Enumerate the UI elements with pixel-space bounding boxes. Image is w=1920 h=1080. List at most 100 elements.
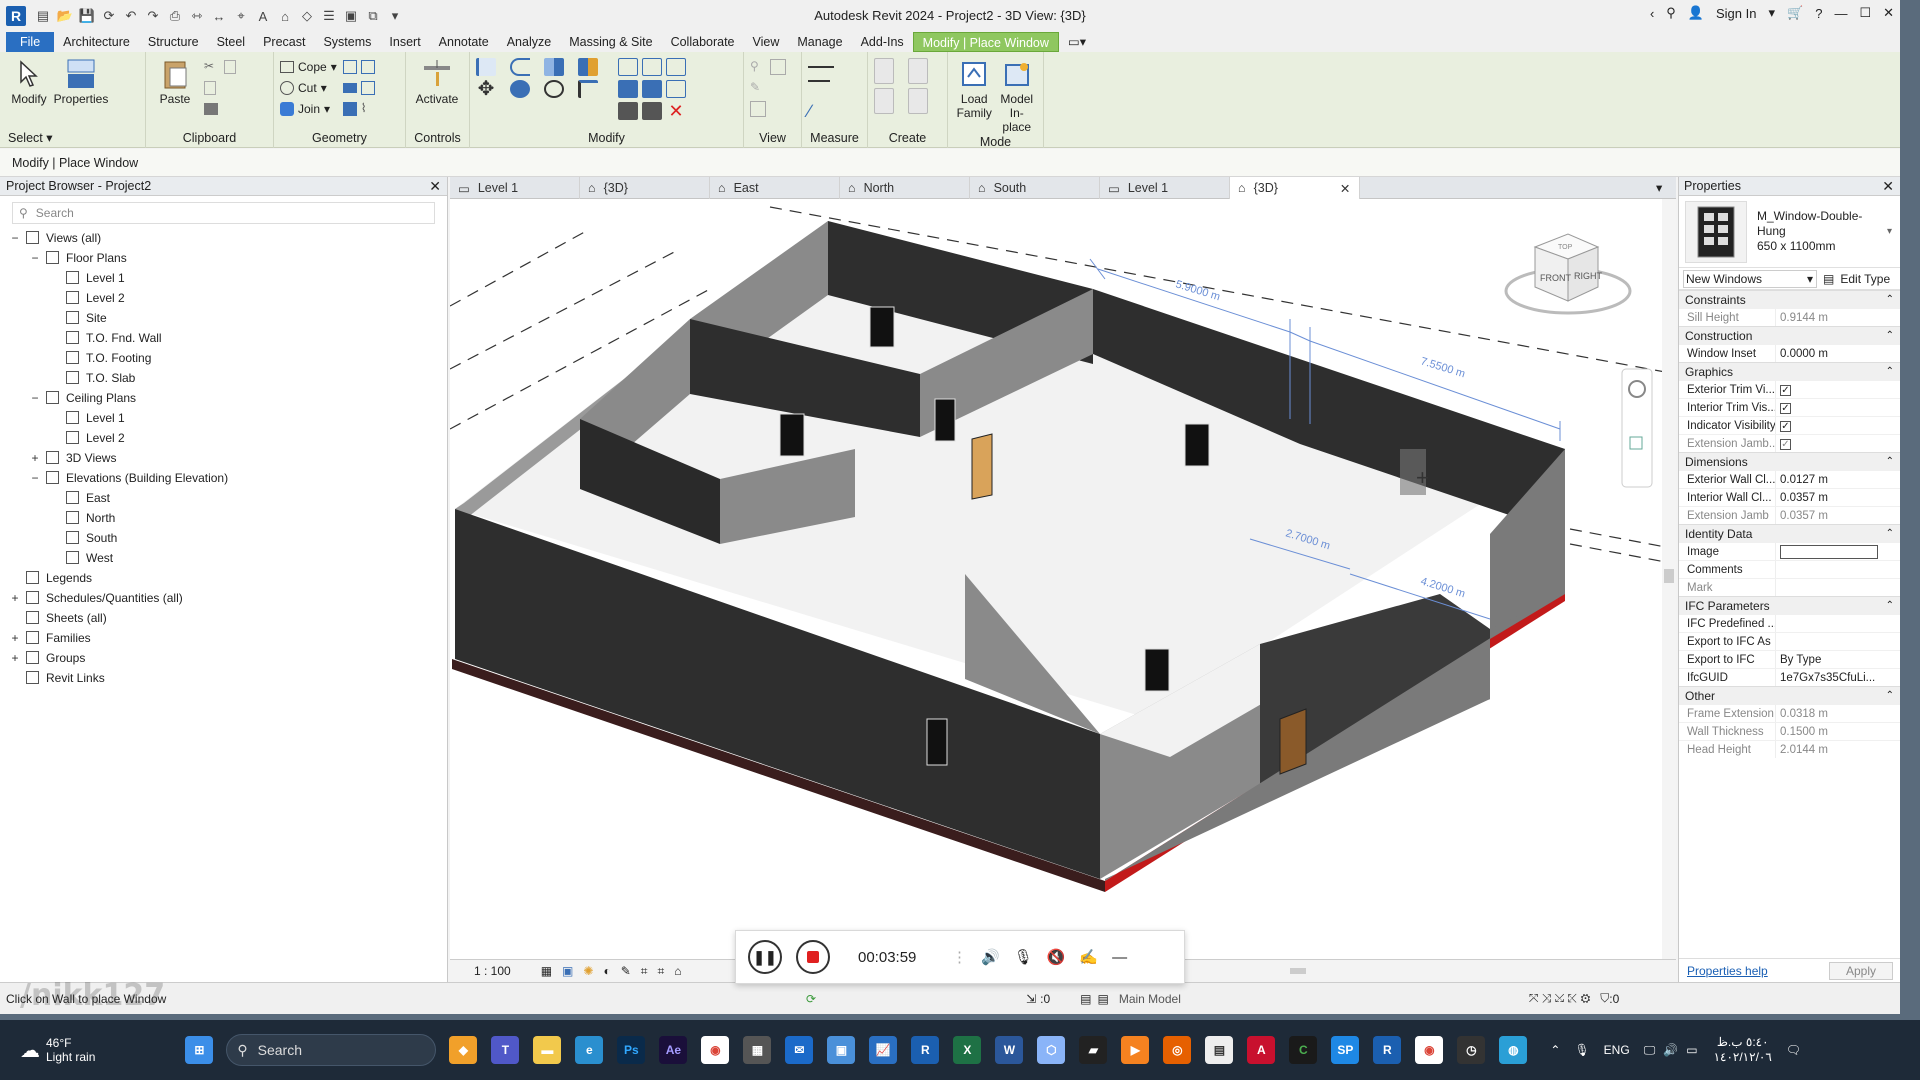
property-value[interactable] (1775, 561, 1900, 578)
geometry-tool5-icon[interactable] (342, 102, 357, 116)
copy2-icon[interactable] (204, 81, 216, 95)
browser-item[interactable]: South (0, 528, 447, 548)
tab-structure[interactable]: Structure (139, 32, 208, 52)
stop-button[interactable] (796, 940, 830, 974)
tab-level-1[interactable]: ▭ Level 1 (450, 177, 580, 199)
help-icon[interactable]: ? (1815, 6, 1822, 21)
media-player-icon[interactable]: ▶ (1121, 1036, 1150, 1064)
crop-view-icon[interactable]: ⌗ (641, 964, 648, 979)
paste-button[interactable]: Paste (152, 58, 198, 106)
scale-icon[interactable] (642, 80, 662, 98)
instance-filter-select[interactable]: New Windows ▾ (1683, 269, 1817, 288)
file-explorer-icon[interactable]: ▬ (533, 1036, 562, 1064)
widgets-icon[interactable]: ◆ (449, 1036, 478, 1064)
minimize-button[interactable]: — (1834, 6, 1847, 21)
checkbox[interactable]: ✓ (1780, 421, 1791, 432)
tab-view[interactable]: View (744, 32, 789, 52)
trim-extend-icon[interactable] (618, 102, 638, 120)
print-icon[interactable]: ⎙ (166, 7, 184, 25)
property-value[interactable] (1775, 543, 1900, 560)
trim-icon[interactable] (578, 80, 598, 98)
teams-icon[interactable]: T (491, 1036, 520, 1064)
cut-geometry-button[interactable]: Cut ▾ (280, 79, 337, 97)
match-properties-icon[interactable] (204, 103, 218, 115)
collapse-icon[interactable]: ⌃ (1886, 453, 1894, 471)
browser-item[interactable]: Sheets (all) (0, 608, 447, 628)
filter-icon[interactable]: ⛉ (1600, 991, 1609, 1006)
expand-icon[interactable]: + (30, 448, 40, 468)
geometry-tool3-icon[interactable] (342, 83, 357, 93)
collapse-icon[interactable]: − (10, 228, 20, 248)
tab-add-ins[interactable]: Add-Ins (852, 32, 913, 52)
browser-item[interactable]: Level 1 (0, 268, 447, 288)
cart-icon[interactable]: 🛒 (1787, 5, 1803, 21)
app-icon-2[interactable]: ◍ (1499, 1036, 1528, 1064)
checkbox[interactable]: ✓ (1780, 403, 1791, 414)
create-parts-icon[interactable] (874, 88, 894, 114)
edit-type-icon[interactable]: ▤ (1823, 272, 1834, 286)
render-icon[interactable]: ✎ (621, 964, 631, 978)
mail-icon[interactable]: ✉ (785, 1036, 814, 1064)
revit-logo-icon[interactable]: R (6, 6, 26, 26)
checkbox[interactable]: ✓ (1780, 385, 1791, 396)
join-button[interactable]: Join ▾ (280, 100, 337, 118)
save-icon[interactable]: 💾 (78, 7, 96, 25)
create-assembly-icon[interactable] (908, 58, 928, 84)
cut-icon[interactable]: ✂ (204, 59, 220, 75)
drag-handle-icon[interactable]: ⋮ (952, 948, 967, 966)
create-similar-icon[interactable] (908, 88, 928, 114)
view-tool2-icon[interactable] (770, 59, 786, 75)
browser-item[interactable]: Site (0, 308, 447, 328)
lock-3d-icon[interactable]: ⌂ (674, 964, 681, 978)
property-value[interactable]: ✓ (1775, 399, 1900, 416)
tab-3d[interactable]: ⌂ {3D} (580, 177, 710, 199)
pause-button[interactable]: ❚❚ (748, 940, 782, 974)
browser-item[interactable]: − Floor Plans (0, 248, 447, 268)
geometry-tool4-icon[interactable] (360, 81, 375, 95)
activate-button[interactable]: Activate (412, 58, 462, 106)
volume-icon[interactable]: 🔊 (1663, 1043, 1678, 1057)
copy-element-icon[interactable] (510, 80, 530, 98)
customize-qat-icon[interactable]: ▾ (386, 7, 404, 25)
property-value[interactable]: ✓ (1775, 381, 1900, 398)
redo-icon[interactable]: ↷ (144, 7, 162, 25)
dimension-icon[interactable]: ↔ (210, 7, 228, 25)
tray-mic-icon[interactable]: 🎙 (1574, 1043, 1589, 1057)
model-inplace-button[interactable]: Model In-place (997, 58, 1038, 134)
browser-item[interactable]: + Groups (0, 648, 447, 668)
view-scale[interactable]: 1 : 100 (474, 964, 511, 978)
select-dropdown[interactable]: Select ▾ (0, 130, 145, 148)
geometry-tool2-icon[interactable] (360, 60, 375, 74)
edge-icon[interactable]: e (575, 1036, 604, 1064)
paint-icon[interactable]: ⌇ (361, 101, 377, 117)
text-icon[interactable]: A (254, 7, 272, 25)
expand-icon[interactable]: + (10, 648, 20, 668)
collapse-icon[interactable]: ⌃ (1886, 327, 1894, 345)
create-group-icon[interactable] (874, 58, 894, 84)
acrobat-icon[interactable]: A (1247, 1036, 1276, 1064)
type-selector[interactable]: M_Window-Double-Hung 650 x 1100mm ▾ (1679, 196, 1900, 268)
browser-item[interactable]: T.O. Slab (0, 368, 447, 388)
annotate-pen-icon[interactable]: ✍ (1079, 948, 1098, 966)
switch-windows-icon[interactable]: ⧉ (364, 7, 382, 25)
revit-taskbar-icon[interactable]: R (911, 1036, 940, 1064)
browser-item[interactable]: Legends (0, 568, 447, 588)
tag-icon[interactable]: ⌖ (232, 7, 250, 25)
sign-in-button[interactable]: Sign In (1716, 6, 1756, 21)
notepad-icon[interactable]: ▤ (1205, 1036, 1234, 1064)
property-group-header[interactable]: Construction ⌃ (1679, 326, 1900, 344)
cope-button[interactable]: Cope ▾ (280, 58, 337, 76)
firefox-icon[interactable]: ◎ (1163, 1036, 1192, 1064)
detail-level-icon[interactable]: ▦ (541, 964, 552, 978)
property-group-header[interactable]: Graphics ⌃ (1679, 362, 1900, 380)
mute-icon[interactable]: 🔇 (1047, 948, 1066, 966)
model-icon-2[interactable]: ▤ (1097, 992, 1108, 1006)
property-value[interactable] (1775, 633, 1900, 650)
tab-modify-place-window[interactable]: Modify | Place Window (912, 32, 1059, 52)
minimize-recorder-icon[interactable]: — (1112, 949, 1127, 966)
tab-south[interactable]: ⌂ South (970, 177, 1100, 199)
viewcube[interactable]: FRONT RIGHT TOP (1504, 233, 1632, 315)
array-icon[interactable] (618, 80, 638, 98)
property-value[interactable]: 0.0357 m (1775, 489, 1900, 506)
maximize-button[interactable]: ☐ (1859, 5, 1871, 21)
